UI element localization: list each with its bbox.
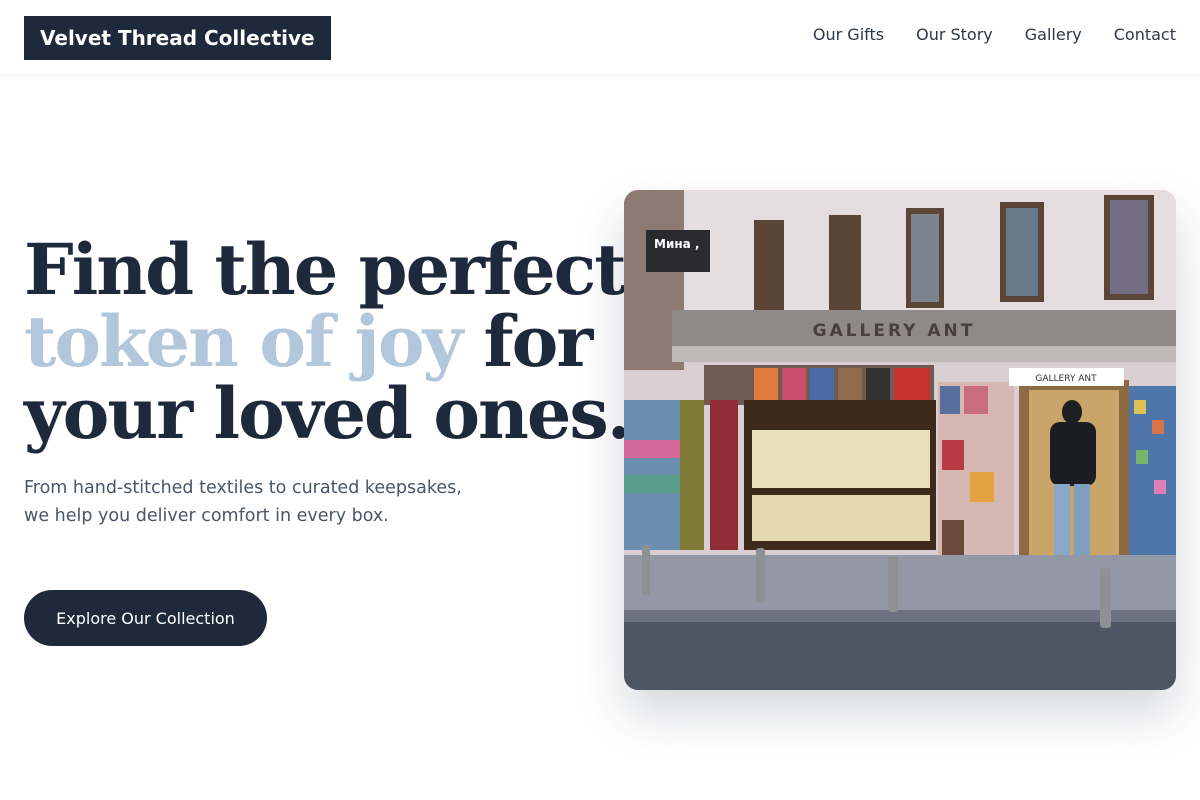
nav-gallery[interactable]: Gallery <box>1025 24 1082 46</box>
hero-title-for: for <box>461 300 594 383</box>
bollard <box>1100 568 1111 628</box>
person <box>1050 422 1096 486</box>
curb <box>624 610 1176 622</box>
shop-photo-illustration: Мина , GALLERY ANT GALLERY ANT <box>624 190 1176 690</box>
window <box>754 220 784 315</box>
bollard <box>888 556 898 612</box>
hero-title-accent: token of joy <box>24 300 463 383</box>
corner-sign-text: Мина , <box>654 237 699 251</box>
brand-logo[interactable]: Velvet Thread Collective <box>24 16 331 60</box>
hero-shop-photo: Мина , GALLERY ANT GALLERY ANT <box>624 190 1176 690</box>
sidewalk <box>624 555 1176 615</box>
hero-title-line-3: your loved ones. <box>24 372 631 455</box>
awning-edge <box>672 346 1176 362</box>
explore-collection-button[interactable]: Explore Our Collection <box>24 590 267 646</box>
bollard <box>756 548 765 603</box>
nav-our-story[interactable]: Our Story <box>916 24 993 46</box>
hero-title-line-2: token of joy for <box>24 306 593 378</box>
hero-subtitle: From hand-stitched textiles to curated k… <box>24 478 462 526</box>
shop-sign-text: GALLERY ANT <box>813 321 976 341</box>
hero-title: Find the perfect token of joy for your l… <box>24 228 631 455</box>
nav-our-gifts[interactable]: Our Gifts <box>813 24 884 46</box>
bollard <box>642 545 650 595</box>
nav-contact[interactable]: Contact <box>1114 24 1176 46</box>
cobblestone-street <box>624 622 1176 690</box>
hero-title-line-1: Find the perfect <box>24 228 627 311</box>
small-shop-sign: GALLERY ANT <box>1035 374 1097 384</box>
site-header: Velvet Thread Collective Our Gifts Our S… <box>0 0 1200 76</box>
main-nav: Our Gifts Our Story Gallery Contact <box>813 24 1176 46</box>
window <box>829 215 861 313</box>
